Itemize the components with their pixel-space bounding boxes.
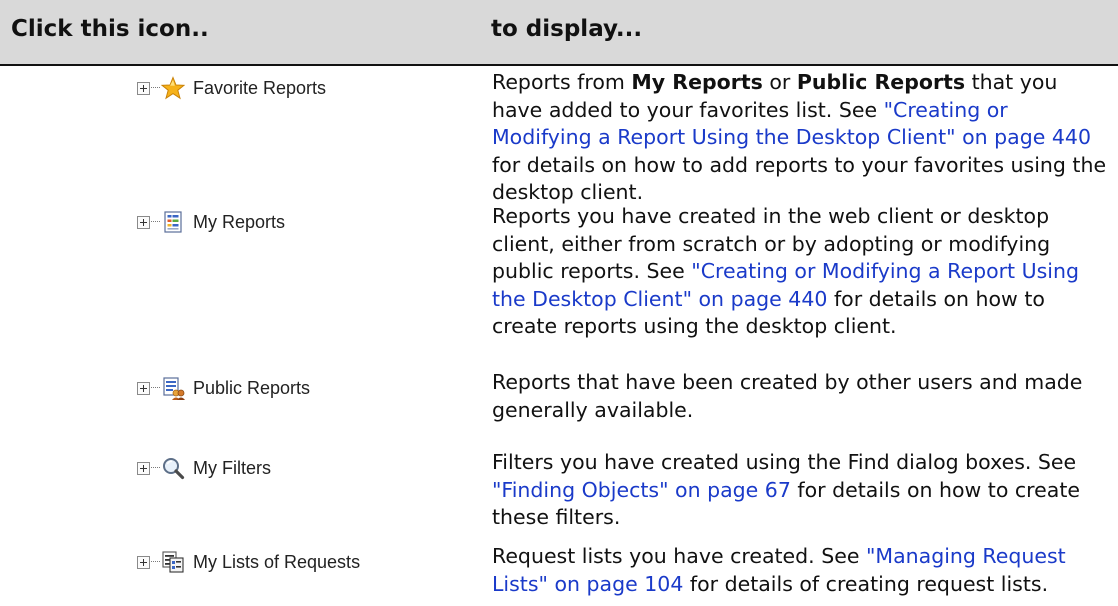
tree-label-favorite-reports: Favorite Reports — [193, 77, 327, 98]
row-description: Reports that have been created by other … — [492, 370, 1083, 422]
expand-icon[interactable] — [137, 381, 150, 395]
tree-node-my-reports[interactable]: My Reports — [137, 206, 285, 238]
header-to-display: to display... — [491, 16, 643, 42]
tree-connector — [151, 87, 160, 89]
expand-icon[interactable] — [137, 461, 150, 475]
table-header: Click this icon.. to display... — [0, 0, 1118, 66]
public-reports-icon — [161, 376, 185, 400]
tree-connector — [151, 467, 160, 469]
row-description: Reports from My Reports or Public Report… — [492, 70, 1107, 204]
header-click-icon: Click this icon.. — [11, 16, 209, 42]
report-icon — [161, 210, 185, 234]
expand-icon[interactable] — [137, 215, 150, 229]
tree-label-public-reports: Public Reports — [193, 377, 311, 398]
row-description: Request lists you have created. See "Man… — [492, 544, 1066, 596]
tree-node-my-filters[interactable]: My Filters — [137, 452, 271, 484]
expand-icon[interactable] — [137, 555, 150, 569]
link-finding-objects[interactable]: "Finding Objects" on page 67 — [492, 478, 791, 502]
row-description: Filters you have created using the Find … — [492, 450, 1080, 529]
tree-node-public-reports[interactable]: Public Reports — [137, 372, 310, 404]
request-list-icon — [161, 550, 185, 574]
tree-label-my-reports: My Reports — [193, 211, 286, 232]
tree-label-my-lists-of-requests: My Lists of Requests — [193, 551, 361, 572]
expand-icon[interactable] — [137, 81, 150, 95]
tree-label-my-filters: My Filters — [193, 457, 271, 478]
tree-connector — [151, 387, 160, 389]
icon-reference-table: Click this icon.. to display... — [0, 0, 1118, 66]
star-icon — [161, 76, 185, 100]
magnifier-icon — [161, 456, 185, 480]
tree-node-my-lists-of-requests[interactable]: My Lists of Requests — [137, 546, 360, 578]
tree-node-favorite-reports[interactable]: Favorite Reports — [137, 72, 326, 104]
row-description: Reports you have created in the web clie… — [492, 204, 1079, 338]
tree-connector — [151, 221, 160, 223]
tree-connector — [151, 561, 160, 563]
